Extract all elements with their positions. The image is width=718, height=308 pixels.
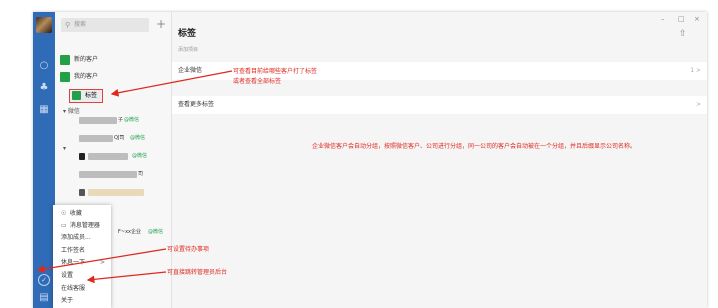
group-enterprise[interactable]: ▾ (63, 145, 66, 152)
close-button[interactable]: × (694, 15, 700, 23)
search-icon: ⚲ (65, 21, 71, 29)
contact-sidebar: ⚲ 搜索 + 新的客户 我的客户 标签 ▾ 微信 子 @微信 QJ司 @微信 ▾ (53, 12, 172, 308)
menu-item-favorites[interactable]: ☉ 收藏 (61, 209, 82, 219)
avatar (79, 189, 85, 196)
workbench-icon[interactable]: ▦ (38, 104, 50, 116)
annotation-todo-note: 可设置待办事项 (167, 246, 210, 253)
menu-icon[interactable]: ▤ (38, 292, 50, 304)
menu-item-online-support[interactable]: 在线客服 (61, 284, 85, 294)
avatar (79, 135, 113, 142)
chevron-right-icon: 1 > (690, 67, 701, 74)
avatar (79, 153, 85, 160)
menu-item-take-a-break[interactable]: 休息一下 (61, 258, 85, 268)
tag-icon (72, 91, 81, 100)
nav-tags[interactable]: 标签 (69, 89, 103, 103)
popup-menu: ☉ 收藏 ▭ 消息管理器 添加成员... 工作签名 休息一下 > 设置 在线客服 (53, 205, 111, 308)
section-label: 添加项目 (178, 47, 199, 53)
todo-icon[interactable]: ✓ (38, 274, 50, 286)
page-title: 标签 (178, 29, 197, 39)
icon-rail: ○ ♣ ▦ ✓ ▤ (33, 12, 55, 308)
avatar (79, 171, 137, 178)
chevron-right-icon: > (695, 101, 701, 108)
app-window: ○ ♣ ▦ ✓ ▤ ⚲ 搜索 + 新的客户 我的客户 标签 ▾ 微信 子 @微信 (33, 12, 707, 308)
avatar (79, 117, 117, 124)
favorite-icon: ☉ (61, 210, 67, 217)
annotation-admin-note: 可直接跳转管理员后台 (167, 269, 228, 276)
chat-icon[interactable]: ○ (38, 60, 50, 72)
maximize-button[interactable]: □ (678, 15, 685, 23)
chevron-right-icon: > (99, 259, 105, 266)
annotation-tag-note-1: 可查看目前给哪些客户打了标签 (233, 68, 318, 75)
menu-item-work-signature[interactable]: 工作签名 (61, 246, 85, 256)
search-placeholder: 搜索 (74, 21, 87, 28)
contacts-icon[interactable]: ♣ (38, 82, 50, 94)
main-panel: – □ × 标签 ⇧ 添加项目 企业微信 1 > 查看更多标签 > (172, 12, 707, 308)
avatar[interactable] (36, 17, 52, 33)
annotation-grouping-note: 企业微信客户会自动分组，按照微信客户、公司进行分组，同一公司的客户会自动被在一个… (312, 143, 637, 150)
new-customer-icon (60, 55, 70, 65)
share-icon[interactable]: ⇧ (679, 29, 687, 39)
menu-item-settings[interactable]: 设置 (61, 271, 73, 281)
minimize-button[interactable]: – (661, 15, 665, 23)
menu-item-add-member[interactable]: 添加成员... (61, 233, 91, 243)
group-wechat[interactable]: ▾ 微信 (63, 106, 80, 115)
menu-item-about[interactable]: 关于 (61, 296, 73, 306)
menu-item-message-manager[interactable]: ▭ 消息管理器 (61, 221, 100, 231)
annotation-tag-note-2: 或者查看全部标签 (233, 78, 282, 85)
my-customer-icon (60, 72, 70, 82)
message-icon: ▭ (61, 222, 67, 229)
row-more-tags[interactable]: 查看更多标签 > (172, 96, 707, 114)
search-input[interactable]: ⚲ 搜索 (61, 18, 149, 32)
add-button[interactable]: + (155, 17, 167, 31)
